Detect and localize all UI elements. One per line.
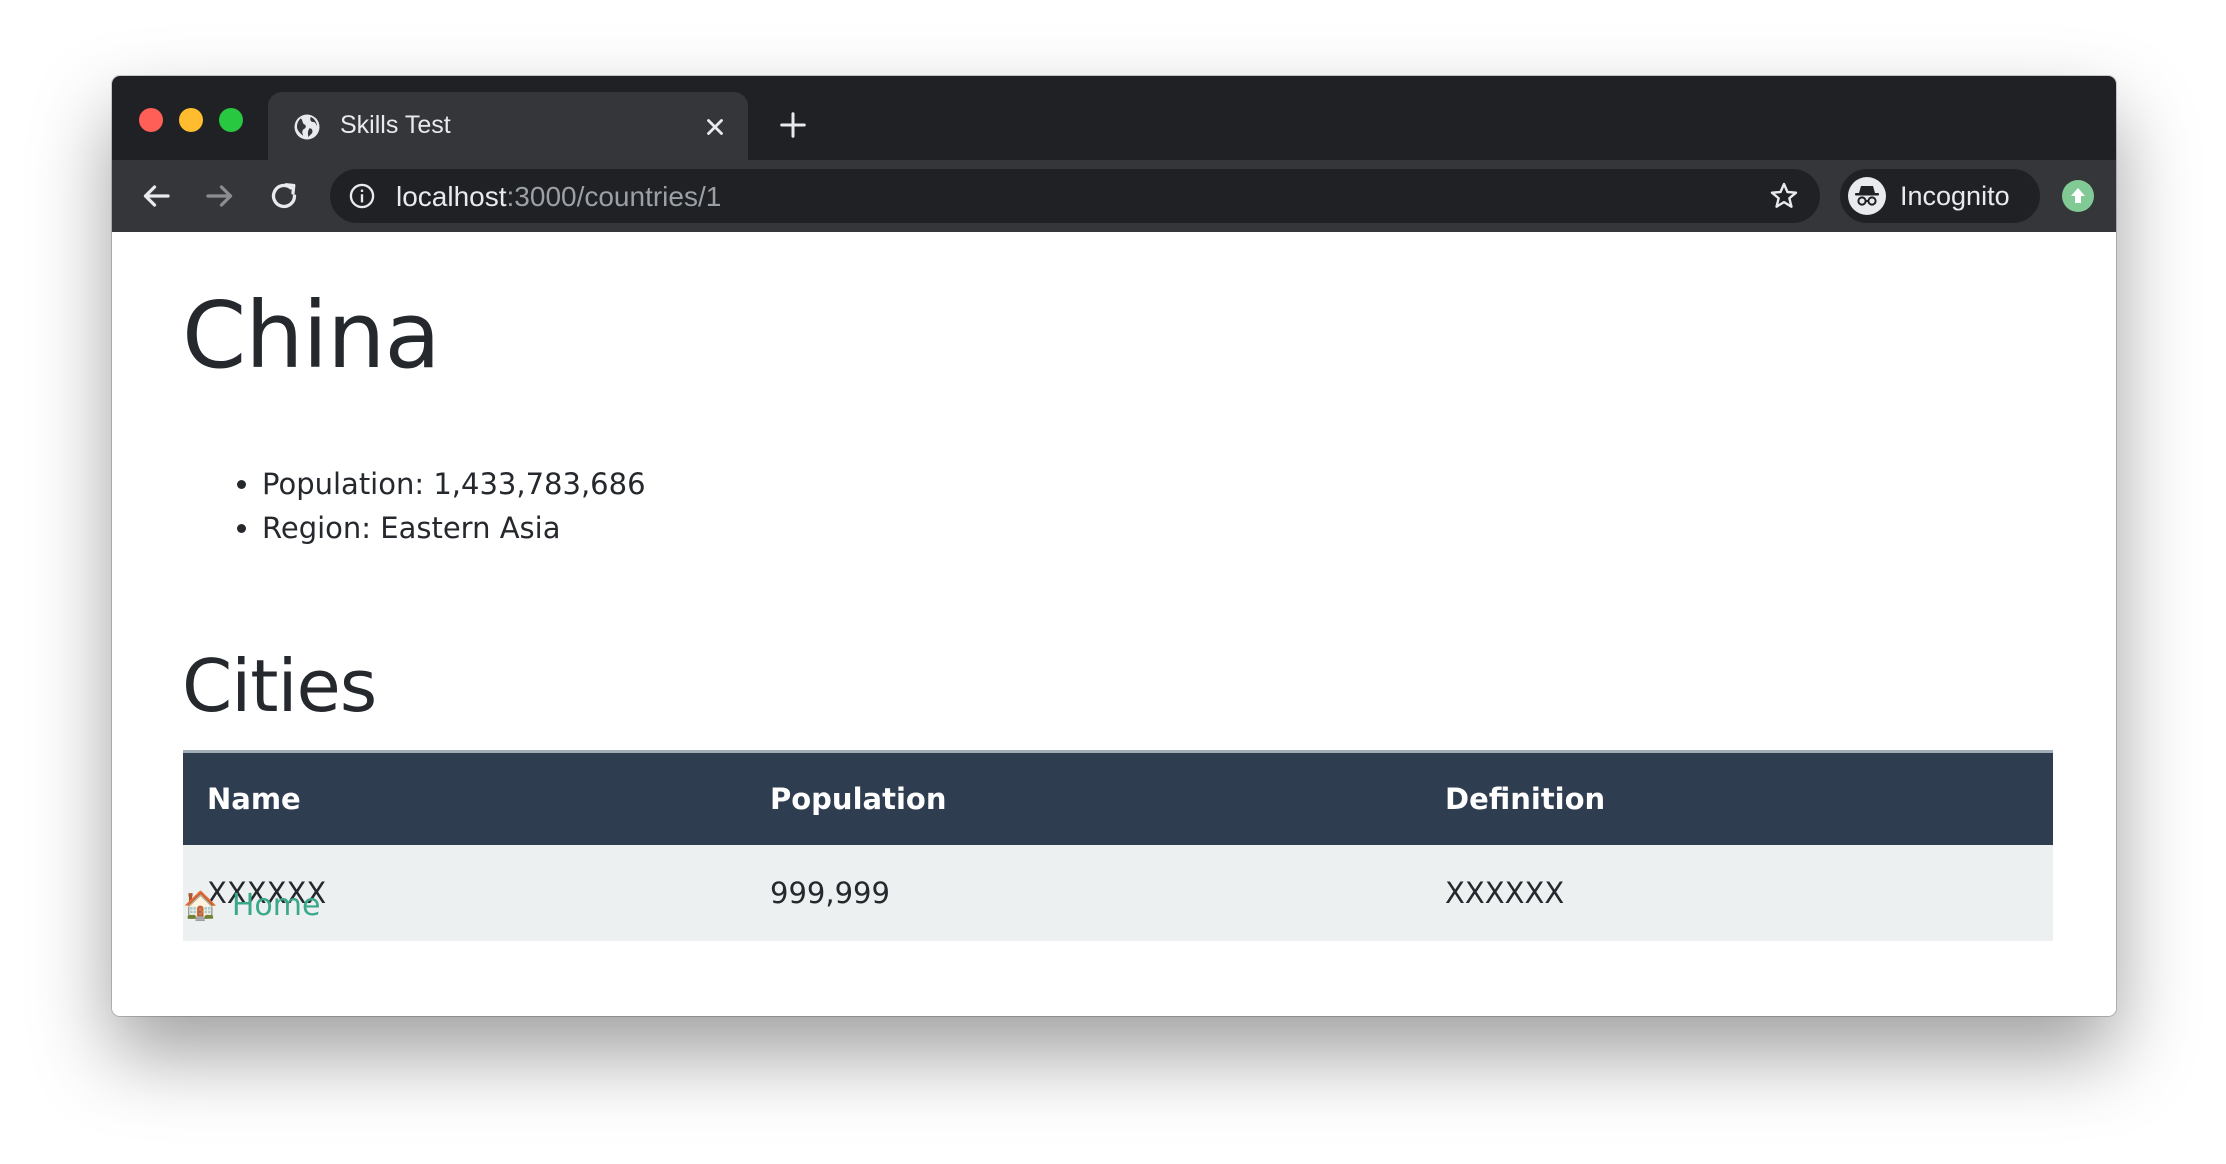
country-facts-list: Population: 1,433,783,686 Region: Easter… [182,462,646,550]
close-icon[interactable] [702,114,728,140]
page-title: China [182,282,441,389]
url-text[interactable]: localhost:3000/countries/1 [396,181,721,213]
info-icon[interactable] [348,182,376,210]
minimize-window-button[interactable] [179,108,203,132]
globe-icon [292,112,322,142]
column-header-name[interactable]: Name [183,752,746,846]
profile-label: Incognito [1900,181,2010,211]
browser-toolbar: localhost:3000/countries/1 Incognito [112,160,2116,232]
url-host: localhost [396,181,507,212]
incognito-icon [1848,177,1886,215]
arrow-left-icon[interactable] [138,178,174,214]
tab-skills-test[interactable]: Skills Test [268,92,748,160]
tab-title: Skills Test [340,111,451,139]
address-bar[interactable]: localhost:3000/countries/1 [330,169,1820,223]
home-link[interactable]: 🏠 Home [183,888,320,923]
arrow-right-icon[interactable] [202,178,238,214]
browser-window: Skills Test localhost:3000/countries/1 I… [112,76,2116,1016]
page-content: China Population: 1,433,783,686 Region: … [112,232,2116,1016]
url-path: :3000/countries/1 [506,181,722,212]
cities-table: Name Population Definition XXXXXX 999,99… [183,750,2053,941]
table-header-row: Name Population Definition [183,751,2053,846]
tab-strip: Skills Test [112,76,2116,160]
table-row: XXXXXX 999,999 XXXXXX [183,845,2053,941]
cities-heading: Cities [182,644,377,728]
profile-button[interactable]: Incognito [1840,169,2040,223]
reload-icon[interactable] [266,178,302,214]
fact-population: Population: 1,433,783,686 [262,462,646,506]
home-link-label: Home [231,888,321,923]
plus-icon[interactable] [778,110,808,140]
cell-city-population: 999,999 [746,845,1421,941]
column-header-definition[interactable]: Definition [1421,752,2053,846]
close-window-button[interactable] [139,108,163,132]
maximize-window-button[interactable] [219,108,243,132]
house-icon: 🏠 [183,889,218,922]
column-header-population[interactable]: Population [746,752,1421,846]
update-arrow-icon[interactable] [2062,180,2094,212]
star-icon[interactable] [1768,180,1800,212]
cell-city-definition: XXXXXX [1421,845,2053,941]
fact-region: Region: Eastern Asia [262,506,646,550]
